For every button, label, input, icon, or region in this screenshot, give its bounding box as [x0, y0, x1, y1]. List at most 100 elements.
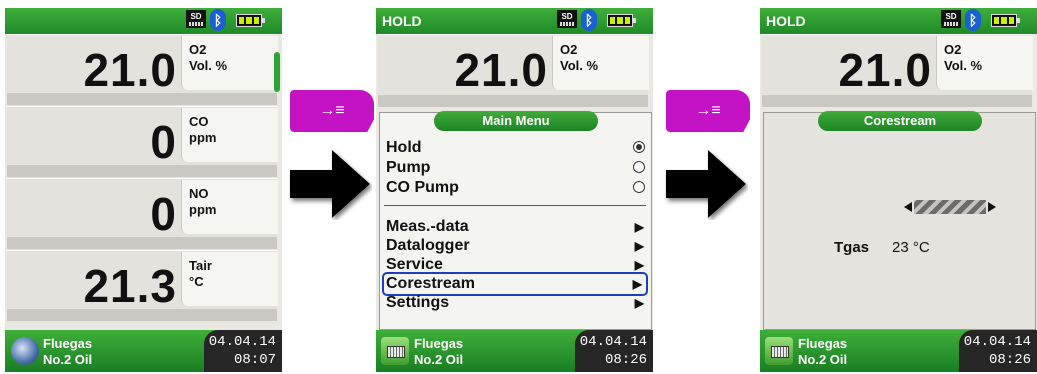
o2-unit: Vol. % [189, 58, 228, 73]
battery-icon [991, 14, 1020, 27]
o2-value: 21.0 [838, 44, 932, 96]
sd-label: SD [561, 12, 573, 21]
datetime-block: 04.04.14 08:26 [959, 330, 1037, 372]
time: 08:26 [604, 352, 647, 368]
footer-bar: Fluegas No.2 Oil 04.04.14 08:07 [5, 330, 282, 372]
status-bar: HOLD SD ᛒ [760, 8, 1037, 34]
hold-indicator: HOLD [382, 13, 422, 29]
submenu-arrow-icon: ▶ [632, 277, 642, 291]
unit-box: O2 Vol. % [552, 36, 649, 90]
battery-icon [236, 14, 265, 27]
value-tile-o2: 21.0 O2 Vol. % [378, 34, 649, 107]
submenu-arrow-icon: ▶ [634, 239, 644, 253]
no-label: NO [189, 186, 209, 201]
hold-indicator: HOLD [766, 13, 806, 29]
menu-key-button[interactable]: →≡ [666, 90, 750, 132]
menu-item-pump[interactable]: Pump [386, 158, 645, 178]
menu-item-label: CO Pump [386, 179, 459, 196]
menu-item-service[interactable]: Service ▶ [386, 255, 644, 275]
radio-hold[interactable] [633, 141, 645, 153]
fuel-type: No.2 Oil [798, 352, 848, 367]
menu-item-label: Hold [386, 139, 422, 156]
menu-item-corestream[interactable]: Corestream ▶ [382, 272, 648, 296]
tgas-value: 23 °C [892, 239, 930, 256]
menu-item-hold[interactable]: Hold [386, 138, 645, 158]
co-label: CO [189, 114, 209, 129]
o2-label: O2 [560, 42, 578, 57]
right-arrow-icon [290, 150, 370, 218]
arrow-right-icon[interactable] [988, 202, 996, 212]
boiler-icon [381, 337, 409, 365]
o2-unit: Vol. % [944, 58, 983, 73]
radio-pump[interactable] [633, 161, 645, 173]
unit-box: Tair °C [181, 252, 278, 306]
fuel-mode: Fluegas [798, 336, 848, 351]
menu-item-meas-data[interactable]: Meas.-data ▶ [386, 217, 644, 237]
sd-card-icon: SD [186, 10, 206, 28]
corestream-position-bar[interactable] [904, 200, 996, 214]
menu-item-label: Datalogger [386, 237, 470, 254]
menu-key-symbol: →≡ [319, 102, 345, 119]
submenu-arrow-icon: ▶ [634, 220, 644, 234]
value-tile-co[interactable]: 0 CO ppm [7, 106, 278, 177]
co-unit: ppm [189, 130, 217, 145]
corestream-title: Corestream [818, 111, 982, 131]
bluetooth-icon: ᛒ [965, 9, 981, 31]
bluetooth-icon: ᛒ [210, 9, 226, 31]
value-tile-o2[interactable]: 21.0 O2 Vol. % [7, 34, 278, 105]
o2-unit: Vol. % [560, 58, 599, 73]
menu-item-label: Pump [386, 159, 431, 176]
date: 04.04.14 [208, 334, 276, 350]
fuel-globe-icon [11, 337, 39, 365]
sd-card-icon: SD [941, 10, 961, 28]
tair-value: 21.3 [83, 260, 177, 312]
menu-item-co-pump[interactable]: CO Pump [386, 178, 645, 198]
menu-item-datalogger[interactable]: Datalogger ▶ [386, 236, 644, 256]
menu-key-symbol: →≡ [695, 102, 721, 119]
tgas-label: Tgas [834, 239, 870, 256]
battery-icon [607, 14, 636, 27]
fuel-type: No.2 Oil [414, 352, 464, 367]
unit-box: O2 Vol. % [181, 36, 278, 90]
arrow-left-icon[interactable] [904, 202, 912, 212]
o2-value: 21.0 [83, 44, 177, 96]
screen-measurement: SD ᛒ 21.0 O2 Vol. % 0 CO ppm 0 NO ppm 21… [5, 8, 282, 372]
time: 08:26 [988, 352, 1031, 368]
unit-box: CO ppm [181, 108, 278, 162]
value-tile-tair[interactable]: 21.3 Tair °C [7, 250, 278, 321]
date: 04.04.14 [963, 334, 1031, 350]
status-bar: HOLD SD ᛒ [376, 8, 653, 34]
footer-bar: Fluegas No.2 Oil 04.04.14 08:26 [376, 330, 653, 372]
no-value: 0 [150, 188, 177, 240]
submenu-arrow-icon: ▶ [634, 296, 644, 310]
sd-card-icon: SD [557, 10, 577, 28]
fuel-mode: Fluegas [43, 336, 93, 351]
date: 04.04.14 [579, 334, 647, 350]
unit-box: NO ppm [181, 180, 278, 234]
menu-item-label: Settings [386, 294, 450, 311]
fuel-mode: Fluegas [414, 336, 464, 351]
radio-co-pump[interactable] [633, 181, 645, 193]
main-menu-title: Main Menu [434, 111, 598, 131]
value-tile-no[interactable]: 0 NO ppm [7, 178, 278, 249]
menu-key-button[interactable]: →≡ [290, 90, 374, 132]
no-unit: ppm [189, 202, 217, 217]
datetime-block: 04.04.14 08:07 [204, 330, 282, 372]
scroll-indicator[interactable] [274, 52, 280, 92]
sd-label: SD [190, 12, 202, 21]
position-indicator [914, 200, 986, 214]
o2-label: O2 [944, 42, 962, 57]
screen-main-menu: HOLD SD ᛒ 21.0 O2 Vol. % Main Menu Hold … [376, 8, 653, 372]
menu-item-settings[interactable]: Settings ▶ [386, 293, 644, 313]
menu-item-label: Service [386, 256, 443, 273]
menu-item-label: Corestream [386, 275, 475, 292]
main-menu-panel: Main Menu Hold Pump CO Pump Meas.-data ▶… [379, 111, 652, 330]
submenu-arrow-icon: ▶ [634, 258, 644, 272]
right-arrow-icon [666, 150, 746, 218]
sd-label: SD [945, 12, 957, 21]
o2-label: O2 [189, 42, 207, 57]
fuel-type: No.2 Oil [43, 352, 93, 367]
o2-value: 21.0 [454, 44, 548, 96]
time: 08:07 [233, 352, 276, 368]
footer-bar: Fluegas No.2 Oil 04.04.14 08:26 [760, 330, 1037, 372]
